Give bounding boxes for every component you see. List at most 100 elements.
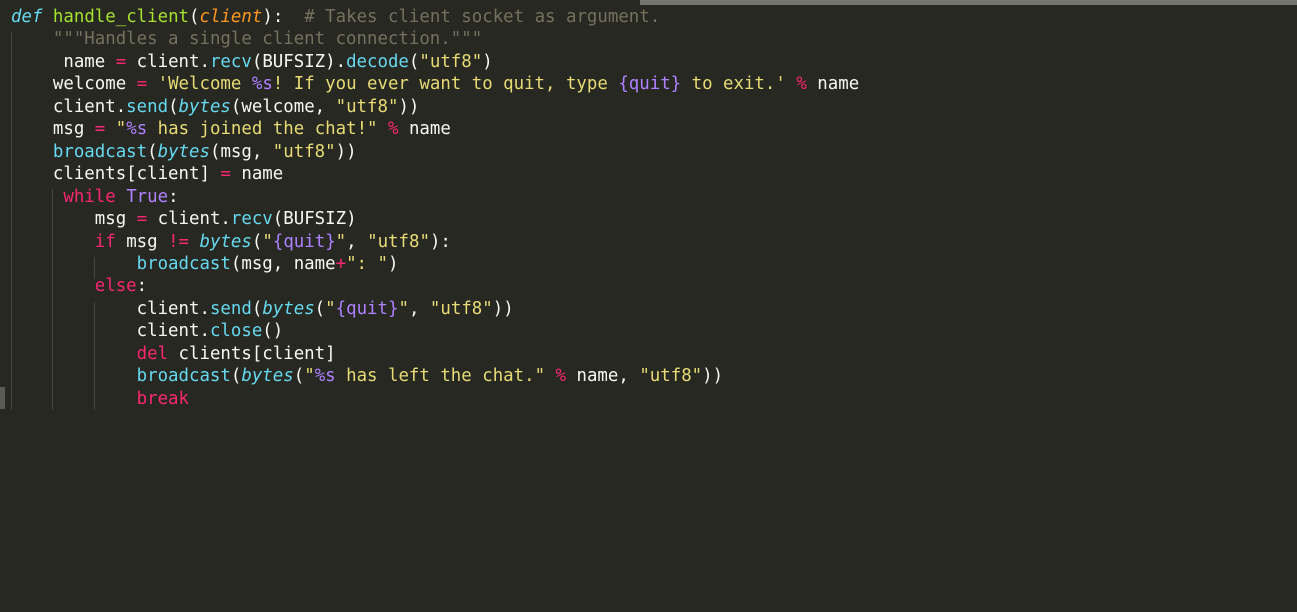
- code-line-8: clients[client] = name: [11, 163, 283, 186]
- code-token: ):: [262, 7, 305, 27]
- code-token: (: [314, 298, 326, 319]
- code-token: +: [335, 253, 347, 274]
- code-line-15: client.close(): [11, 320, 284, 343]
- code-token: msg: [115, 231, 169, 252]
- code-token: broadcast: [52, 141, 148, 162]
- code-token: "utf8": [272, 141, 336, 162]
- code-token: ,: [408, 298, 430, 319]
- code-token: msg: [11, 209, 137, 230]
- code-token: bytes: [157, 141, 210, 162]
- code-token: =: [136, 74, 148, 95]
- code-token: {quit}: [335, 298, 399, 319]
- code-token: (: [189, 7, 200, 27]
- code-token: "utf8": [429, 298, 493, 319]
- code-token: ": [304, 366, 315, 387]
- code-line-3: name = client.recv(BUFSIZ).decode("utf8"…: [11, 51, 492, 74]
- code-token: ,: [346, 231, 368, 252]
- code-line-10: msg = client.recv(BUFSIZ): [11, 208, 357, 231]
- code-token: bytes: [199, 231, 252, 252]
- code-token: %: [555, 366, 567, 387]
- code-token: (welcome,: [230, 96, 336, 117]
- code-line-5: client.send(bytes(welcome, "utf8")): [11, 96, 420, 119]
- code-token: )): [492, 298, 514, 319]
- code-token: name: [398, 119, 451, 140]
- code-token: %s: [251, 74, 273, 95]
- code-token: def: [11, 7, 43, 27]
- code-token: decode: [346, 51, 409, 72]
- gutter-marker: [0, 387, 5, 409]
- code-editor[interactable]: def handle_client(client): # Takes clien…: [0, 0, 1297, 612]
- code-token: ": ": [346, 253, 388, 274]
- code-token: msg: [11, 119, 95, 140]
- code-token: %s: [314, 366, 336, 387]
- code-line-16: del clients[client]: [11, 343, 336, 366]
- code-line-2: """Handles a single client connection.""…: [11, 28, 482, 51]
- code-token: %s: [126, 119, 148, 140]
- code-token: client.: [11, 321, 210, 342]
- code-token: client.: [126, 51, 210, 72]
- code-line-1: def handle_client(client): # Takes clien…: [11, 6, 660, 29]
- code-token: ): [387, 253, 399, 274]
- code-token: send: [126, 96, 169, 117]
- code-line-9: while True:: [11, 186, 178, 209]
- code-line-18: break: [11, 388, 189, 411]
- code-token: handle_client: [52, 7, 190, 27]
- code-token: name,: [566, 366, 640, 387]
- code-token: (: [251, 298, 263, 319]
- code-token: """Handles a single client connection.""…: [52, 29, 483, 50]
- code-token: True: [126, 186, 169, 207]
- code-token: client.: [11, 96, 127, 117]
- code-token: name: [230, 164, 284, 185]
- code-token: (BUFSIZ): [272, 209, 357, 230]
- code-token: while: [63, 186, 116, 207]
- code-token: if: [94, 231, 116, 252]
- code-token: send: [209, 298, 252, 319]
- code-token: )): [702, 366, 724, 387]
- code-token: =: [115, 51, 127, 72]
- code-token: %: [388, 119, 399, 140]
- code-token: =: [220, 164, 231, 185]
- code-token: =: [136, 209, 148, 230]
- code-token: ": [398, 298, 409, 319]
- code-token: (: [293, 366, 305, 387]
- code-token: "utf8": [639, 366, 703, 387]
- code-token: bytes: [178, 96, 231, 117]
- code-token: clients[client]: [168, 343, 336, 364]
- code-token: ": [325, 298, 336, 319]
- code-token: (: [408, 51, 420, 72]
- horizontal-scrollbar[interactable]: [640, 0, 1297, 5]
- code-line-11: if msg != bytes("{quit}", "utf8"):: [11, 231, 451, 254]
- code-token: bytes: [262, 298, 315, 319]
- code-token: (: [168, 96, 179, 117]
- code-token: (: [230, 366, 242, 387]
- code-token: (msg, name: [230, 253, 336, 274]
- code-token: has left the chat.": [335, 366, 546, 387]
- code-token: client: [199, 7, 263, 27]
- code-token: (BUFSIZ).: [251, 51, 347, 72]
- code-token: else: [94, 276, 137, 297]
- code-token: (msg,: [209, 141, 273, 162]
- code-token: name: [806, 74, 860, 95]
- code-token: ):: [429, 231, 451, 252]
- code-token: clients[client]: [11, 164, 221, 185]
- code-line-4: welcome = 'Welcome %s! If you ever want …: [11, 73, 859, 96]
- code-token: has joined the chat!": [147, 119, 378, 140]
- code-token: ": [262, 231, 273, 252]
- code-token: 'Welcome: [157, 74, 252, 95]
- code-token: broadcast: [136, 253, 231, 274]
- code-token: break: [136, 388, 189, 409]
- code-line-13: else:: [11, 275, 147, 298]
- code-token: del: [136, 343, 169, 364]
